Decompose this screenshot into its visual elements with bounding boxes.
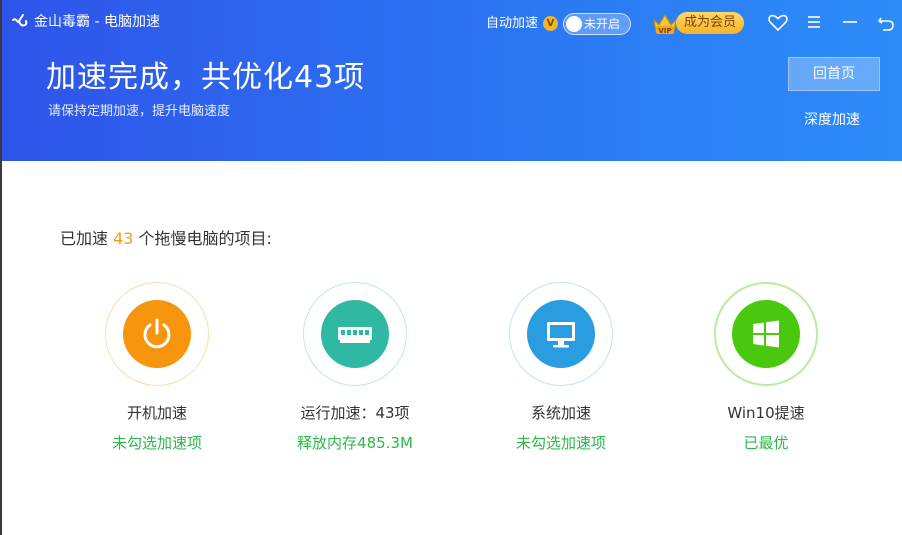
item-ring [303, 282, 407, 386]
item-system-accelerate: 系统加速 未勾选加速项 [461, 282, 661, 462]
item-status: 释放内存485.3M [297, 434, 413, 452]
item-disc [732, 300, 800, 368]
item-boot-accelerate: 开机加速 未勾选加速项 [57, 282, 257, 462]
home-button[interactable]: 回首页 [788, 57, 880, 91]
app-title: 金山毒霸 - 电脑加速 [34, 14, 160, 30]
summary-suffix: 个拖慢电脑的项目: [133, 229, 272, 248]
item-ring [509, 282, 613, 386]
item-name: 系统加速 [530, 404, 591, 422]
become-vip-button[interactable]: 成为会员 [676, 12, 745, 34]
windows-icon [753, 320, 779, 348]
item-ring [714, 282, 818, 386]
result-title: 加速完成，共优化43项 [46, 60, 366, 95]
summary-count: 43 [113, 229, 134, 248]
deep-accelerate-link[interactable]: 深度加速 [804, 110, 860, 130]
result-subtitle: 请保持定期加速，提升电脑速度 [48, 104, 231, 119]
menu-icon[interactable] [802, 10, 826, 34]
power-icon [143, 318, 171, 349]
summary-prefix: 已加速 [60, 229, 114, 248]
item-disc [321, 300, 389, 368]
item-disc [527, 300, 595, 368]
auto-accelerate-label: 自动加速 [486, 16, 539, 31]
item-status: 未勾选加速项 [515, 434, 606, 452]
item-status: 未勾选加速项 [111, 434, 202, 452]
auto-accelerate-toggle[interactable]: 未开启 [563, 13, 631, 35]
memory-icon [338, 327, 372, 343]
item-ring [105, 282, 209, 386]
app-window: 金山毒霸 - 电脑加速 自动加速 V 未开启 VIP 成为会员 加速完成，共优化… [2, 0, 902, 535]
toggle-state-label: 未开启 [584, 17, 621, 31]
item-run-accelerate: 运行加速：43项 释放内存485.3M [255, 282, 455, 462]
heart-icon[interactable] [766, 10, 790, 34]
item-name: 运行加速：43项 [300, 404, 410, 422]
item-name: Win10提速 [727, 404, 805, 422]
item-name: 开机加速 [126, 404, 187, 422]
item-disc [123, 300, 191, 368]
toggle-knob [566, 16, 582, 32]
summary-text: 已加速 43 个拖慢电脑的项目: [60, 228, 272, 250]
vip-badge-icon: V [543, 16, 558, 31]
minimize-icon[interactable] [838, 10, 862, 34]
item-status: 已最优 [743, 434, 789, 452]
back-icon[interactable] [874, 10, 898, 34]
vip-crown-text: VIP [658, 27, 671, 35]
title-bar: 金山毒霸 - 电脑加速 自动加速 V 未开启 VIP 成为会员 [2, 0, 902, 44]
duba-logo-icon [12, 14, 28, 27]
result-header: 金山毒霸 - 电脑加速 自动加速 V 未开启 VIP 成为会员 加速完成，共优化… [2, 0, 902, 161]
item-win10-accelerate: Win10提速 已最优 [666, 282, 866, 462]
monitor-icon [547, 322, 575, 348]
